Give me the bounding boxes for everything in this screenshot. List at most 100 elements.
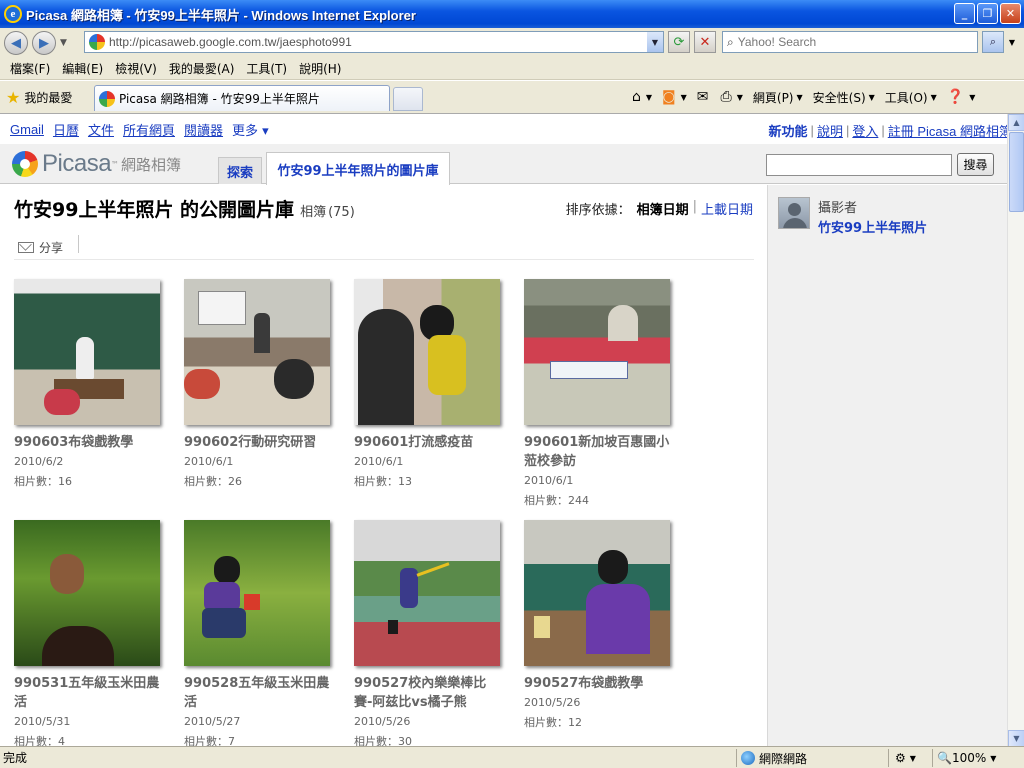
gbar-more-menu[interactable]: 更多 ▾ <box>232 120 269 139</box>
new-tab-button[interactable] <box>393 87 423 111</box>
photo-count-label: 相片數： <box>184 735 228 746</box>
tab-gallery[interactable]: 竹安99上半年照片的圖片庫 <box>266 152 450 185</box>
status-text: 完成 <box>3 751 28 765</box>
album-thumbnail[interactable] <box>184 520 330 666</box>
address-url[interactable]: http://picasaweb.google.com.tw/jaesphoto… <box>109 35 352 49</box>
restore-button[interactable]: ❐ <box>977 3 998 24</box>
search-input[interactable] <box>766 154 952 176</box>
forward-button[interactable]: ▶ <box>32 31 56 55</box>
album-card[interactable]: 990527校內樂樂棒比賽-阿兹比vs橘子熊 2010/5/26 相片數：30 <box>354 520 504 746</box>
album-thumbnail[interactable] <box>354 279 500 425</box>
album-date: 2010/6/1 <box>524 474 574 487</box>
album-thumbnail[interactable] <box>14 279 160 425</box>
sort-album-date: 相簿日期 <box>636 203 689 218</box>
favorites-star-icon[interactable]: ★ <box>6 88 20 107</box>
close-button[interactable]: ✕ <box>1000 3 1021 24</box>
help-link[interactable]: 說明 <box>817 121 843 140</box>
menu-tools[interactable]: 工具(T) <box>240 60 293 77</box>
scrollbar-thumb[interactable] <box>1009 132 1024 212</box>
album-name[interactable]: 990527布袋戲教學 <box>524 674 670 693</box>
printer-icon: ⎙ <box>720 89 732 105</box>
album-card[interactable]: 990531五年級玉米田農活 2010/5/31 相片數：4 <box>14 520 164 746</box>
share-button[interactable]: 分享 <box>18 239 63 256</box>
search-button[interactable]: 搜尋 <box>957 153 994 176</box>
help-button[interactable]: ❓ ▼ <box>947 89 976 105</box>
gbar-link-web[interactable]: 所有網頁 <box>123 120 175 139</box>
feeds-button[interactable]: ◙ ▼ <box>662 89 687 105</box>
protected-mode-icon: ⚙ <box>895 751 906 765</box>
tab-explore[interactable]: 探索 <box>218 157 262 184</box>
signin-link[interactable]: 登入 <box>852 121 878 140</box>
menu-edit[interactable]: 編輯(E) <box>56 60 109 77</box>
menu-bar: 檔案(F) 編輯(E) 檢視(V) 我的最愛(A) 工具(T) 說明(H) <box>0 58 1024 80</box>
album-card[interactable]: 990527布袋戲教學 2010/5/26 相片數：12 <box>524 520 674 730</box>
album-card[interactable]: 990528五年級玉米田農活 2010/5/27 相片數：7 <box>184 520 334 746</box>
protected-mode-indicator[interactable]: ⚙ ▼ <box>888 749 916 767</box>
mail-button[interactable]: ✉ <box>697 89 711 105</box>
search-options-dropdown-icon[interactable]: ▼ <box>1006 31 1018 53</box>
security-zone[interactable]: 網際網路 <box>736 749 807 767</box>
photo-count-label: 相片數： <box>14 735 58 746</box>
page-menu-button[interactable]: 網頁(P) ▼ <box>753 89 803 106</box>
menu-favorites[interactable]: 我的最愛(A) <box>163 60 241 77</box>
scroll-up-icon[interactable]: ▲ <box>1008 114 1024 131</box>
album-name[interactable]: 990528五年級玉米田農活 <box>184 674 330 712</box>
print-button[interactable]: ⎙ ▼ <box>721 89 743 105</box>
menu-help[interactable]: 說明(H) <box>293 60 347 77</box>
address-dropdown-icon[interactable]: ▼ <box>647 32 663 52</box>
address-bar[interactable]: http://picasaweb.google.com.tw/jaesphoto… <box>84 31 664 53</box>
vertical-scrollbar[interactable]: ▲ ▼ <box>1007 114 1024 746</box>
favorites-button[interactable]: 我的最愛 <box>24 89 72 106</box>
picasa-logo[interactable]: Picasa ™ 網路相簿 <box>12 150 181 178</box>
album-thumbnail[interactable] <box>524 520 670 666</box>
gbar-link-gmail[interactable]: Gmail <box>10 122 44 137</box>
album-name[interactable]: 990531五年級玉米田農活 <box>14 674 160 712</box>
gbar-link-reader[interactable]: 閱讀器 <box>184 120 223 139</box>
album-card[interactable]: 990603布袋戲教學 2010/6/2 相片數：16 <box>14 279 164 489</box>
address-toolbar: ◀ ▶ ▼ http://picasaweb.google.com.tw/jae… <box>0 28 1024 58</box>
album-name[interactable]: 990601打流感疫苗 <box>354 433 500 452</box>
album-card[interactable]: 990601打流感疫苗 2010/6/1 相片數：13 <box>354 279 504 489</box>
zone-label: 網際網路 <box>759 751 808 766</box>
album-name[interactable]: 990527校內樂樂棒比賽-阿兹比vs橘子熊 <box>354 674 500 712</box>
divider <box>78 235 79 253</box>
album-name[interactable]: 990602行動研究研習 <box>184 433 330 452</box>
album-thumbnail[interactable] <box>524 279 670 425</box>
album-name[interactable]: 990601新加坡百惠國小蒞校參訪 <box>524 433 670 471</box>
sort-upload-date-link[interactable]: 上載日期 <box>701 199 753 218</box>
picasa-favicon-icon <box>99 90 115 107</box>
album-thumbnail[interactable] <box>354 520 500 666</box>
whats-new-link[interactable]: 新功能 <box>769 121 808 140</box>
register-link[interactable]: 註冊 Picasa 網路相簿 <box>888 121 1012 140</box>
scroll-down-icon[interactable]: ▼ <box>1008 730 1024 746</box>
menu-view[interactable]: 檢視(V) <box>109 60 163 77</box>
tools-menu-button[interactable]: 工具(O) ▼ <box>885 89 937 106</box>
zoom-control[interactable]: 🔍 100% ▼ <box>932 749 996 767</box>
minimize-button[interactable]: _ <box>954 3 975 24</box>
album-thumbnail[interactable] <box>14 520 160 666</box>
owner-name-link[interactable]: 竹安99上半年照片 <box>818 217 927 236</box>
safety-menu-button[interactable]: 安全性(S) ▼ <box>813 89 875 106</box>
web-search-input[interactable]: ⌕ Yahoo! Search <box>722 31 978 53</box>
stop-button[interactable]: ✕ <box>694 31 716 53</box>
web-search-button[interactable]: ⌕ <box>982 31 1004 53</box>
back-button[interactable]: ◀ <box>4 31 28 55</box>
album-card[interactable]: 990601新加坡百惠國小蒞校參訪 2010/6/1 相片數：244 <box>524 279 674 508</box>
album-name[interactable]: 990603布袋戲教學 <box>14 433 160 452</box>
history-dropdown-icon[interactable]: ▼ <box>60 38 67 48</box>
chevron-down-icon: ▼ <box>909 753 916 763</box>
mail-icon: ✉ <box>696 89 709 105</box>
menu-file[interactable]: 檔案(F) <box>4 60 56 77</box>
photo-count-value: 13 <box>398 475 412 488</box>
home-button[interactable]: ⌂ ▼ <box>632 89 652 105</box>
gbar-link-calendar[interactable]: 日曆 <box>53 120 79 139</box>
album-date: 2010/5/27 <box>184 715 241 728</box>
search-icon: ⌕ <box>989 35 997 48</box>
gbar-link-docs[interactable]: 文件 <box>88 120 114 139</box>
refresh-button[interactable]: ⟳ <box>668 31 690 53</box>
album-card[interactable]: 990602行動研究研習 2010/6/1 相片數：26 <box>184 279 334 489</box>
album-thumbnail[interactable] <box>184 279 330 425</box>
avatar[interactable] <box>778 197 810 229</box>
browser-tab-active[interactable]: Picasa 網路相簿 - 竹安99上半年照片 <box>94 85 390 111</box>
photo-figure <box>42 626 114 666</box>
